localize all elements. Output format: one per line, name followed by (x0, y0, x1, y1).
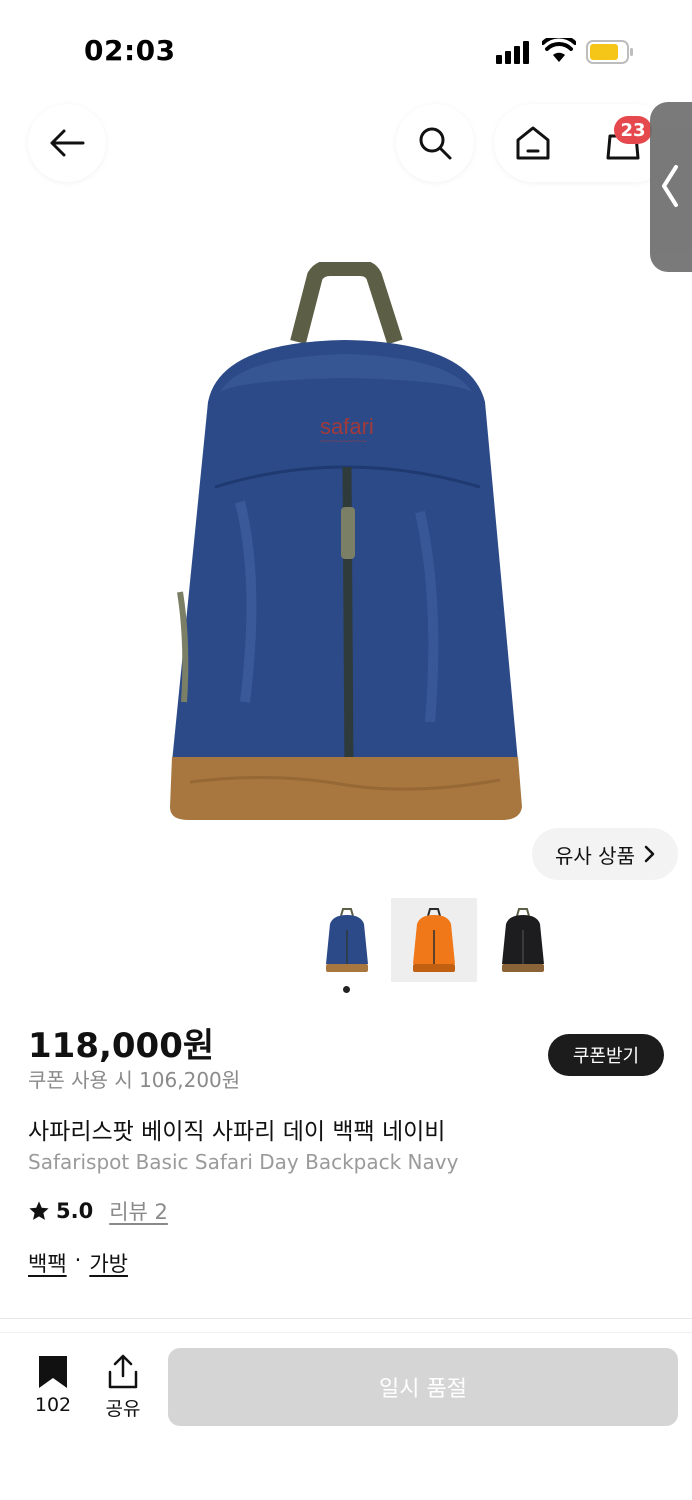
top-nav: 23 (0, 100, 692, 200)
product-title-en: Safarispot Basic Safari Day Backpack Nav… (28, 1150, 459, 1174)
back-button[interactable] (28, 104, 106, 182)
thumbnail-black[interactable] (480, 898, 566, 982)
star-icon (29, 1201, 49, 1220)
review-link[interactable]: 리뷰 2 (109, 1196, 168, 1226)
divider (0, 1318, 692, 1319)
home-button[interactable] (508, 118, 558, 168)
share-button[interactable]: 공유 (98, 1354, 148, 1421)
bookmark-button[interactable]: 102 (28, 1354, 78, 1416)
search-button[interactable] (396, 104, 474, 182)
battery-icon (586, 40, 634, 64)
brand-logo: safari (320, 414, 374, 439)
similar-products-label: 유사 상품 (555, 843, 635, 868)
nav-pill-group (494, 104, 674, 182)
image-page-indicator (343, 986, 350, 993)
chevron-right-icon (644, 845, 655, 863)
thumbnail-orange[interactable] (391, 898, 477, 982)
status-time: 02:03 (84, 34, 176, 67)
rating-value: 5.0 (56, 1199, 94, 1223)
share-label: 공유 (105, 1398, 141, 1420)
category-tags: 백팩 · 가방 (28, 1248, 128, 1278)
bookmark-icon (39, 1356, 67, 1388)
get-coupon-button[interactable]: 쿠폰받기 (548, 1034, 664, 1076)
arrow-left-icon (50, 129, 85, 157)
chevron-left-icon (662, 165, 678, 207)
soldout-button[interactable]: 일시 품절 (168, 1348, 678, 1426)
product-title-ko: 사파리스팟 베이직 사파리 데이 백팩 네이비 (28, 1119, 446, 1145)
product-price: 118,000원 (28, 1026, 215, 1066)
tag-bag[interactable]: 가방 (89, 1248, 128, 1278)
coupon-price: 쿠폰 사용 시 106,200원 (28, 1068, 241, 1092)
tag-separator: · (74, 1248, 82, 1272)
share-icon (108, 1354, 138, 1389)
product-image[interactable]: safari ~~~~~~~~~~ (150, 260, 540, 832)
bookmark-count: 102 (34, 1394, 72, 1416)
similar-products-button[interactable]: 유사 상품 (532, 828, 678, 880)
svg-text:~~~~~~~~~~: ~~~~~~~~~~ (320, 437, 367, 446)
side-panel-handle[interactable] (650, 102, 692, 272)
thumbnail-navy[interactable] (304, 898, 390, 982)
divider (0, 1332, 692, 1333)
signal-icon (496, 40, 532, 64)
wifi-icon (541, 34, 577, 64)
bottom-action-bar: 102 공유 일시 품절 (0, 1334, 692, 1500)
tag-backpack[interactable]: 백팩 (28, 1248, 67, 1278)
cart-count-badge: 23 (614, 116, 652, 144)
status-bar: 02:03 (0, 0, 692, 100)
rating-row: 5.0 리뷰 2 (28, 1196, 168, 1226)
search-icon (419, 127, 452, 160)
home-icon (516, 126, 550, 160)
